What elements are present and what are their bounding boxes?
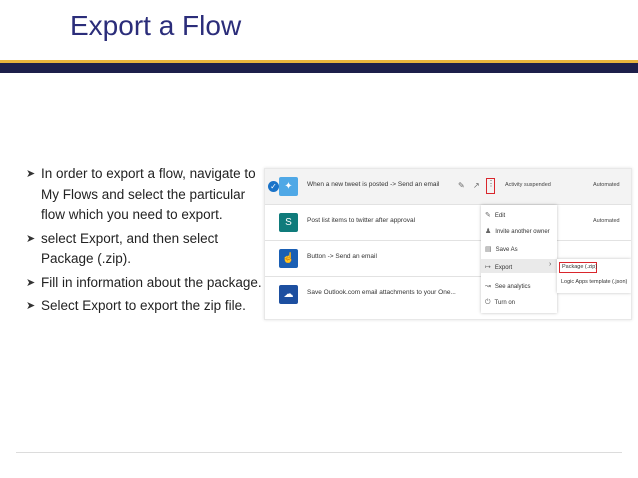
menu-item-label: Save As bbox=[495, 247, 518, 253]
bullet-item: ➤ select Export, and then select Package … bbox=[26, 229, 262, 270]
selected-check-icon[interactable]: ✓ bbox=[268, 181, 279, 192]
twitter-icon: ✦ bbox=[279, 177, 298, 196]
menu-item-see-analytics[interactable]: ↝ See analytics bbox=[485, 282, 531, 290]
chevron-right-icon: › bbox=[549, 261, 552, 268]
onedrive-icon: ☁ bbox=[279, 285, 298, 304]
menu-item-save-as[interactable]: ▤ Save As bbox=[485, 245, 518, 253]
flow-context-menu: ✎ Edit ♟ Invite another owner ▤ Save As ↦ Ex… bbox=[481, 205, 557, 313]
bullet-item: ➤ In order to export a flow, navigate to … bbox=[26, 164, 262, 226]
header-bar bbox=[0, 63, 638, 73]
flow-name[interactable]: Save Outlook.com email attachments to yo… bbox=[307, 289, 456, 296]
share-icon[interactable]: ↗ bbox=[473, 181, 480, 190]
menu-item-label: See analytics bbox=[494, 284, 531, 290]
flow-list-screenshot: ✓ ✦ When a new tweet is posted -> Send a… bbox=[264, 168, 632, 320]
bullet-text: Fill in information about the package. bbox=[41, 274, 262, 290]
bullet-text: Select Export to export the zip file. bbox=[41, 298, 246, 313]
bullet-item: ➤ Select Export to export the zip file. bbox=[26, 296, 262, 317]
menu-item-label: Edit bbox=[494, 213, 506, 219]
export-arrow-icon: ↦ bbox=[485, 264, 491, 271]
menu-item-invite-owner[interactable]: ♟ Invite another owner bbox=[485, 227, 550, 235]
flow-name[interactable]: Post list items to twitter after approva… bbox=[307, 217, 415, 224]
arrow-bullet-icon: ➤ bbox=[26, 232, 36, 245]
menu-item-export[interactable]: ↦ Export bbox=[485, 263, 512, 271]
menu-item-edit[interactable]: ✎ Edit bbox=[485, 211, 505, 219]
more-options-icon[interactable]: ⋮ bbox=[486, 178, 495, 194]
flow-type: Automated bbox=[593, 182, 620, 188]
arrow-bullet-icon: ➤ bbox=[26, 168, 36, 180]
flow-row[interactable]: ✓ ✦ When a new tweet is posted -> Send a… bbox=[265, 169, 631, 205]
add-user-icon: ♟ bbox=[485, 228, 492, 235]
power-icon: ⏻ bbox=[485, 299, 491, 306]
flow-type: Automated bbox=[593, 218, 620, 224]
menu-item-turn-on[interactable]: ⏻ Turn on bbox=[485, 299, 515, 307]
flow-row[interactable]: S Post list items to twitter after appro… bbox=[265, 205, 631, 241]
menu-item-label: Export bbox=[494, 265, 513, 271]
flow-name[interactable]: Button -> Send an email bbox=[307, 253, 377, 260]
submenu-item-package-zip[interactable]: Package (.zip) bbox=[559, 262, 597, 273]
edit-pencil-icon[interactable]: ✎ bbox=[458, 181, 465, 190]
bullet-text: select Export, and then select Package (… bbox=[41, 230, 219, 267]
bullet-item: ➤ Fill in information about the package. bbox=[26, 273, 262, 294]
button-icon: ☝ bbox=[279, 249, 298, 268]
menu-item-label: Turn on bbox=[494, 300, 516, 306]
export-submenu: Package (.zip) Logic Apps template (.jso… bbox=[557, 259, 631, 293]
bullet-text: In order to export a flow, navigate to M… bbox=[41, 166, 256, 222]
flow-name[interactable]: When a new tweet is posted -> Send an em… bbox=[307, 181, 439, 188]
menu-item-label: Invite another owner bbox=[495, 229, 550, 235]
bullet-list: ➤ In order to export a flow, navigate to … bbox=[26, 164, 262, 320]
save-icon: ▤ bbox=[485, 246, 492, 253]
analytics-icon: ↝ bbox=[485, 283, 491, 290]
submenu-item-logic-apps-template[interactable]: Logic Apps template (.json) bbox=[561, 279, 627, 285]
arrow-bullet-icon: ➤ bbox=[26, 300, 36, 312]
pencil-icon: ✎ bbox=[485, 212, 491, 219]
sharepoint-icon: S bbox=[279, 213, 298, 232]
slide-title: Export a Flow bbox=[70, 10, 242, 41]
footer-divider bbox=[16, 452, 622, 453]
flow-status: Activity suspended bbox=[505, 182, 551, 188]
arrow-bullet-icon: ➤ bbox=[26, 276, 36, 289]
